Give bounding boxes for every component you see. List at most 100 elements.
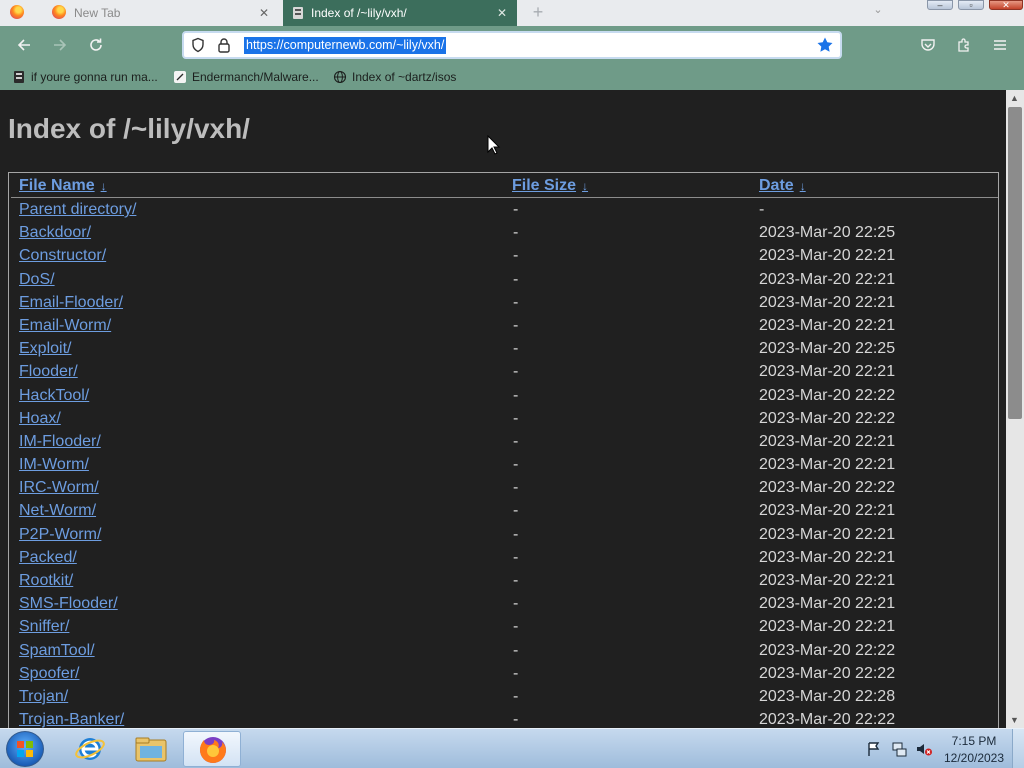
app-menu-button[interactable] — [988, 33, 1012, 57]
file-name-link[interactable]: HackTool/ — [19, 384, 89, 407]
puzzle-piece-icon — [958, 38, 969, 52]
table-row: IM-Flooder/ - 2023-Mar-20 22:21 — [9, 430, 998, 453]
scroll-down-arrow-icon[interactable]: ▼ — [1010, 715, 1019, 725]
file-date-cell: 2023-Mar-20 22:21 — [759, 595, 896, 613]
sort-by-size-link[interactable]: File Size ↓ — [512, 177, 588, 195]
file-size-cell: - — [513, 595, 519, 613]
file-name-link[interactable]: IRC-Worm/ — [19, 476, 99, 499]
file-name-link[interactable]: Packed/ — [19, 546, 77, 569]
minimize-window-button[interactable]: – — [927, 0, 953, 10]
table-row: Trojan/ - 2023-Mar-20 22:28 — [9, 685, 998, 708]
file-name-link[interactable]: Hoax/ — [19, 407, 61, 430]
file-name-link[interactable]: Email-Flooder/ — [19, 291, 123, 314]
mouse-cursor-icon — [487, 135, 501, 155]
file-name-link[interactable]: Spoofer/ — [19, 662, 79, 685]
file-size-cell: - — [513, 201, 519, 218]
file-date-cell: 2023-Mar-20 22:21 — [759, 247, 896, 265]
tab-index-of-vxh[interactable]: Index of /~lily/vxh/ ✕ — [283, 0, 517, 26]
file-date-cell: 2023-Mar-20 22:21 — [759, 270, 896, 288]
taskbar-firefox[interactable] — [183, 731, 241, 767]
tab-bar: New Tab ✕ Index of /~lily/vxh/ ✕ + ⌄ – ▫… — [0, 0, 1024, 26]
file-size-cell: - — [513, 502, 519, 520]
volume-muted-icon[interactable] — [915, 741, 933, 757]
file-name-link[interactable]: Trojan-Banker/ — [19, 708, 124, 728]
globe-icon — [333, 70, 347, 84]
file-size-cell: - — [513, 711, 519, 728]
pocket-icon — [921, 39, 935, 51]
file-name-link[interactable]: DoS/ — [19, 268, 55, 291]
file-date-cell: 2023-Mar-20 22:21 — [759, 363, 896, 381]
clock-date[interactable]: 12/20/2023 — [940, 751, 1008, 765]
file-name-link[interactable]: P2P-Worm/ — [19, 523, 101, 546]
file-date-cell: 2023-Mar-20 22:21 — [759, 293, 896, 311]
bookmark-label: if youre gonna run ma... — [31, 70, 158, 84]
sort-by-name-link[interactable]: File Name ↓ — [19, 177, 107, 195]
show-desktop-button[interactable] — [1012, 729, 1024, 768]
reload-button[interactable] — [84, 33, 108, 57]
table-row: Trojan-Banker/ - 2023-Mar-20 22:22 — [9, 708, 998, 728]
network-icon[interactable] — [891, 741, 907, 757]
file-name-link[interactable]: SMS-Flooder/ — [19, 592, 118, 615]
file-date-cell: 2023-Mar-20 22:22 — [759, 479, 896, 497]
sort-arrow-icon: ↓ — [100, 179, 107, 193]
file-date-cell: 2023-Mar-20 22:21 — [759, 502, 896, 520]
shield-icon[interactable] — [190, 37, 206, 53]
file-date-cell: 2023-Mar-20 22:21 — [759, 572, 896, 589]
maximize-window-button[interactable]: ▫ — [958, 0, 984, 10]
list-all-tabs-button[interactable]: ⌄ — [869, 3, 887, 21]
taskbar-internet-explorer[interactable] — [61, 731, 119, 767]
file-name-link[interactable]: Exploit/ — [19, 337, 71, 360]
file-name-link[interactable]: Backdoor/ — [19, 221, 91, 244]
file-name-link[interactable]: Trojan/ — [19, 685, 68, 708]
file-size-cell: - — [513, 618, 519, 636]
pocket-button[interactable] — [916, 33, 940, 57]
url-bar[interactable]: https://computernewb.com/~lily/vxh/ — [182, 31, 842, 59]
file-name-link[interactable]: IM-Worm/ — [19, 453, 89, 476]
clock-time[interactable]: 7:15 PM — [940, 734, 1008, 748]
file-name-link[interactable]: Constructor/ — [19, 244, 106, 267]
close-tab-icon[interactable]: ✕ — [494, 0, 510, 26]
url-text[interactable]: https://computernewb.com/~lily/vxh/ — [244, 37, 447, 54]
back-button[interactable] — [12, 33, 36, 57]
windows-taskbar: 7:15 PM 12/20/2023 — [0, 728, 1024, 768]
file-date-cell: 2023-Mar-20 22:28 — [759, 687, 896, 705]
file-name-link[interactable]: Parent directory/ — [19, 198, 136, 221]
file-size-cell: - — [513, 641, 519, 659]
file-name-link[interactable]: Sniffer/ — [19, 615, 69, 638]
taskbar-file-explorer[interactable] — [122, 731, 180, 767]
file-name-link[interactable]: IM-Flooder/ — [19, 430, 101, 453]
close-tab-icon[interactable]: ✕ — [256, 0, 272, 26]
file-name-link[interactable]: Net-Worm/ — [19, 499, 96, 522]
sort-by-date-link[interactable]: Date ↓ — [759, 177, 806, 195]
table-row: P2P-Worm/ - 2023-Mar-20 22:21 — [9, 523, 998, 546]
scroll-up-arrow-icon[interactable]: ▲ — [1010, 93, 1019, 103]
scrollbar-thumb[interactable] — [1008, 107, 1022, 419]
lock-icon[interactable] — [217, 37, 231, 53]
forward-button[interactable] — [48, 33, 72, 57]
close-window-button[interactable]: ✕ — [989, 0, 1023, 10]
tab-title: Index of /~lily/vxh/ — [311, 6, 407, 20]
file-name-link[interactable]: Rootkit/ — [19, 569, 73, 592]
forward-arrow-icon — [54, 39, 67, 51]
file-name-link[interactable]: Email-Worm/ — [19, 314, 111, 337]
file-date-cell: 2023-Mar-20 22:22 — [759, 711, 896, 728]
page-scrollbar[interactable]: ▲ ▼ — [1006, 90, 1024, 728]
file-date-cell: 2023-Mar-20 22:21 — [759, 456, 896, 474]
file-size-cell: - — [513, 456, 519, 474]
file-size-cell: - — [513, 525, 519, 543]
table-row: Flooder/ - 2023-Mar-20 22:21 — [9, 360, 998, 383]
bookmark-label: Index of ~dartz/isos — [352, 70, 457, 84]
tab-new-tab[interactable]: New Tab ✕ — [46, 0, 278, 26]
file-date-cell: 2023-Mar-20 22:21 — [759, 316, 896, 334]
file-date-cell: 2023-Mar-20 22:22 — [759, 386, 896, 404]
new-tab-button[interactable]: + — [528, 2, 548, 24]
firefox-menu-icon[interactable] — [10, 5, 24, 19]
extensions-button[interactable] — [952, 33, 976, 57]
file-name-link[interactable]: SpamTool/ — [19, 639, 95, 662]
start-button[interactable] — [6, 731, 44, 767]
bookmark-star-icon[interactable] — [816, 36, 834, 54]
file-name-link[interactable]: Flooder/ — [19, 360, 78, 383]
file-date-cell: 2023-Mar-20 22:22 — [759, 641, 896, 659]
action-center-flag-icon[interactable] — [866, 741, 882, 757]
bookmarks-toolbar: if youre gonna run ma... Endermanch/Malw… — [0, 64, 1024, 90]
